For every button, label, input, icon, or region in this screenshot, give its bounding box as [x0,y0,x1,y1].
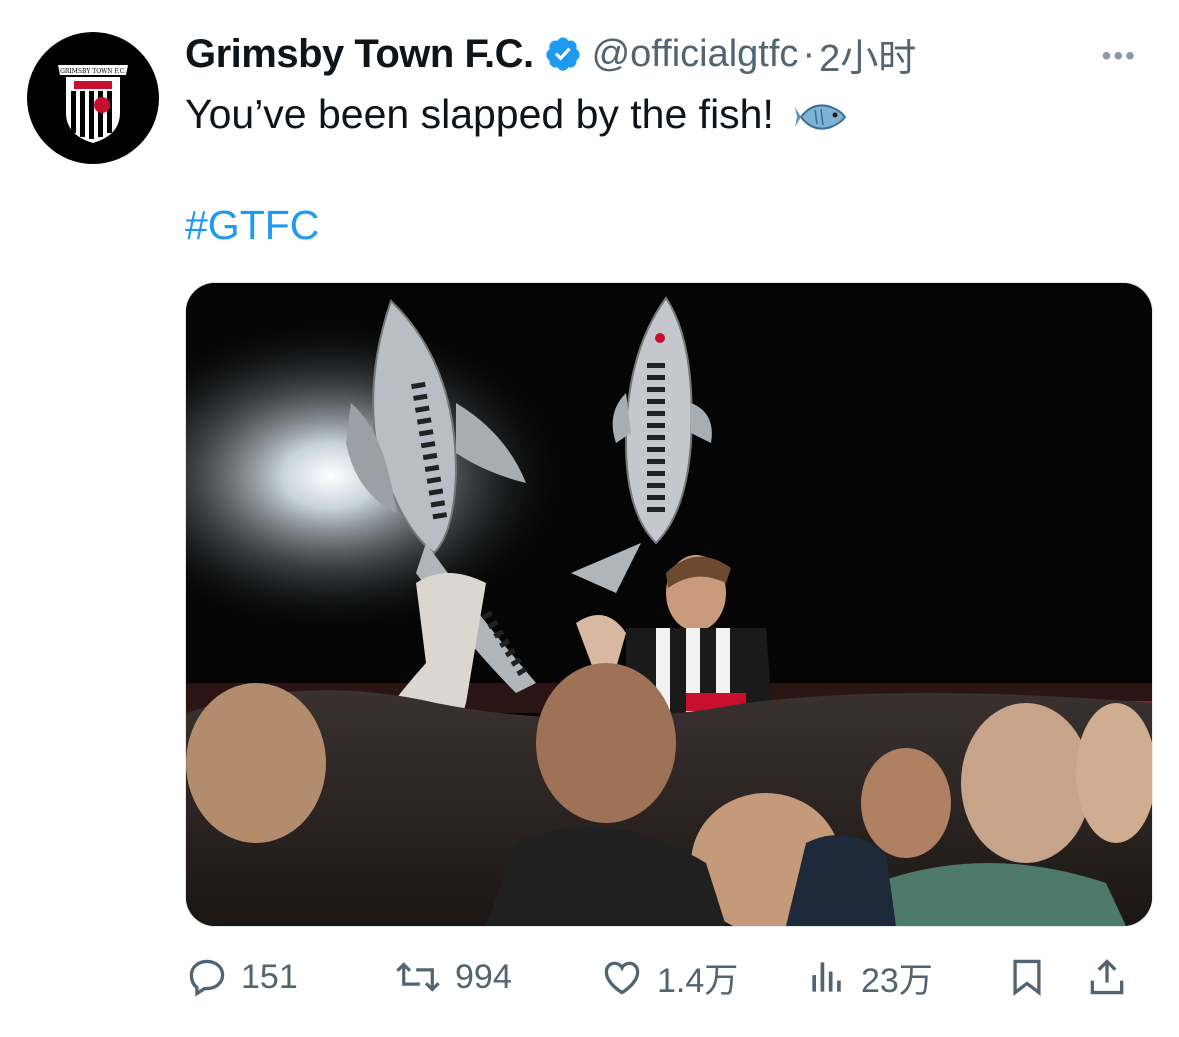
reply-count: 151 [241,957,298,996]
like-count: 1.4万 [657,961,739,1000]
tweet-text-body: You’ve been slapped by the fish! [185,91,774,137]
separator-dot: · [802,32,816,75]
like-action[interactable]: 1.4万 [599,953,805,1002]
bookmark-action[interactable] [1005,955,1085,999]
reply-action[interactable]: 151 [185,955,393,999]
verified-badge-icon [545,37,580,71]
retweet-action[interactable]: 994 [393,955,599,999]
timestamp[interactable]: 2小时 [819,27,916,82]
reply-icon [189,959,225,997]
views-action[interactable]: 23万 [805,953,1005,1002]
views-count: 23万 [861,961,933,1000]
club-crest-icon: GRIMSBY TOWN F.C. [58,65,128,143]
more-icon[interactable]: ••• [1102,40,1137,72]
action-bar: 151 994 1.4万 23万 [185,945,1149,1009]
crest-banner-text: GRIMSBY TOWN F.C. [60,68,126,75]
celebration-photo [186,283,1152,926]
retweet-icon [396,962,440,992]
hashtag-link[interactable]: #GTFC [185,202,319,249]
tweet-text: You’ve been slapped by the fish! [185,88,849,140]
share-action[interactable] [1085,955,1129,999]
display-name[interactable]: Grimsby Town F.C. [185,32,534,77]
bookmark-icon [1013,959,1041,996]
avatar[interactable]: GRIMSBY TOWN F.C. [27,32,159,164]
handle[interactable]: @officialgtfc [592,33,799,76]
tweet-header: Grimsby Town F.C. @officialgtfc · 2小时 ••… [185,28,1149,80]
views-icon [812,962,841,992]
share-icon [1090,959,1124,995]
like-icon [604,961,640,995]
fish-emoji-icon [795,104,847,130]
retweet-count: 994 [455,957,512,996]
tweet-photo[interactable] [185,282,1153,927]
